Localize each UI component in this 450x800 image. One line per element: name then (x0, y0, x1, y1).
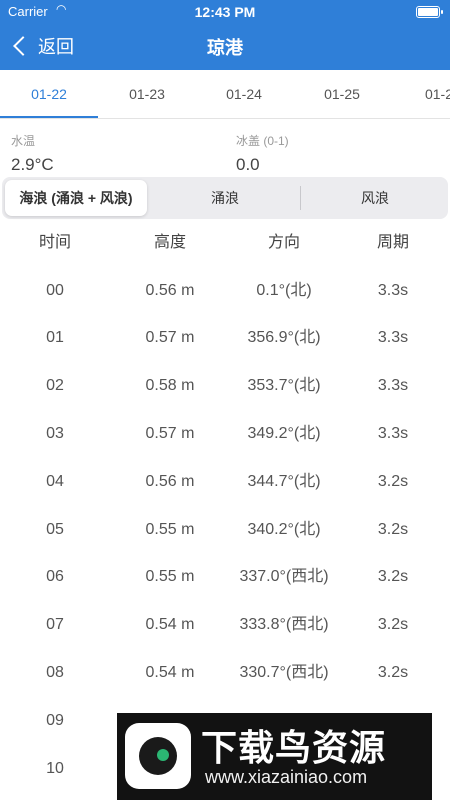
table-row: 00 0.56 m 0.1°(北) 3.3s (0, 267, 450, 315)
cell-time: 05 (46, 521, 64, 538)
status-time: 12:43 PM (194, 4, 256, 20)
cell-period: 3.2s (377, 616, 409, 633)
cell-period: 3.2s (377, 664, 409, 681)
header-time: 时间 (38, 234, 71, 251)
cell-time: 09 (46, 712, 64, 729)
segment-swell[interactable]: 涌浪 (152, 180, 298, 216)
cell-period: 3.2s (377, 473, 409, 490)
page-title: 琼港 (207, 38, 243, 58)
cell-height: 0.56 m (145, 473, 195, 490)
segment-wind-wave[interactable]: 风浪 (302, 180, 448, 216)
cell-height: 0.56 m (145, 282, 195, 299)
header-direction: 方向 (267, 234, 300, 251)
header-period: 周期 (376, 234, 409, 251)
table-row: 08 0.54 m 330.7°(西北) 3.2s (0, 649, 450, 697)
date-tab[interactable]: 01-23 (98, 70, 196, 118)
table-row: 03 0.57 m 349.2°(北) 3.3s (0, 410, 450, 458)
watermark-title: 下载鸟资源 (201, 727, 387, 768)
ice-cover-value: 0.0 (236, 155, 260, 174)
table-row: 06 0.55 m 337.0°(西北) 3.2s (0, 553, 450, 601)
watermark-url: www.xiazainiao.com (205, 767, 368, 787)
date-tab[interactable]: 01-22 (0, 70, 98, 118)
cell-time: 06 (46, 568, 64, 585)
bird-logo-icon (125, 723, 191, 789)
header-height: 高度 (153, 234, 186, 251)
cell-time: 03 (46, 425, 64, 442)
table-row: 01 0.57 m 356.9°(北) 3.3s (0, 314, 450, 362)
table-row: 05 0.55 m 340.2°(北) 3.2s (0, 506, 450, 554)
cell-direction: 333.8°(西北) (239, 616, 329, 633)
cell-direction: 344.7°(北) (247, 473, 321, 490)
segment-sea-wave[interactable]: 海浪 (涌浪 + 风浪) (5, 180, 147, 216)
cell-time: 10 (46, 760, 64, 777)
cell-period: 3.2s (377, 521, 409, 538)
cell-height: 0.58 m (145, 377, 195, 394)
date-tab-bar: 01-22 01-23 01-24 01-25 01-2 (0, 70, 450, 119)
cell-time: 07 (46, 616, 64, 633)
cell-height: 0.54 m (145, 664, 195, 681)
water-temp-value: 2.9°C (11, 155, 54, 174)
table-row: 02 0.58 m 353.7°(北) 3.3s (0, 362, 450, 410)
cell-height: 0.57 m (145, 425, 195, 442)
cell-direction: 0.1°(北) (256, 282, 312, 299)
cell-direction: 353.7°(北) (247, 377, 321, 394)
water-temp-label: 水温 (11, 134, 36, 148)
cell-direction: 356.9°(北) (247, 329, 321, 346)
cell-period: 3.3s (377, 377, 409, 394)
cell-height: 0.57 m (145, 329, 195, 346)
cell-height: 0.55 m (145, 568, 195, 585)
cell-time: 04 (46, 473, 64, 490)
table-row: 07 0.54 m 333.8°(西北) 3.2s (0, 601, 450, 649)
date-tab[interactable]: 01-25 (293, 70, 391, 118)
wave-type-segmented-control: 海浪 (涌浪 + 风浪) 涌浪 风浪 (2, 177, 448, 219)
cell-direction: 340.2°(北) (247, 521, 321, 538)
app-header: Carrier ◠ 12:43 PM 返回 琼港 (0, 0, 450, 70)
battery-icon (416, 6, 443, 18)
segment-divider (300, 186, 301, 210)
cell-height: 0.55 m (145, 521, 195, 538)
status-bar: Carrier ◠ 12:43 PM (0, 0, 450, 24)
cell-height: 0.54 m (145, 616, 195, 633)
cell-time: 01 (46, 329, 64, 346)
cell-period: 3.3s (377, 282, 409, 299)
date-tab[interactable]: 01-24 (195, 70, 293, 118)
cell-time: 02 (46, 377, 64, 394)
cell-period: 3.3s (377, 329, 409, 346)
ice-cover-label: 冰盖 (0-1) (236, 134, 289, 148)
cell-time: 08 (46, 664, 64, 681)
table-row: 04 0.56 m 344.7°(北) 3.2s (0, 458, 450, 506)
cell-time: 00 (46, 282, 64, 299)
table-header: 时间 高度 方向 周期 (0, 219, 450, 267)
cell-direction: 349.2°(北) (247, 425, 321, 442)
cell-direction: 330.7°(西北) (239, 664, 329, 681)
cell-period: 3.3s (377, 425, 409, 442)
cell-direction: 337.0°(西北) (239, 568, 329, 585)
watermark-banner: 下载鸟资源 www.xiazainiao.com (117, 713, 432, 800)
cell-period: 3.2s (377, 568, 409, 585)
date-tab[interactable]: 01-2 (390, 70, 450, 118)
